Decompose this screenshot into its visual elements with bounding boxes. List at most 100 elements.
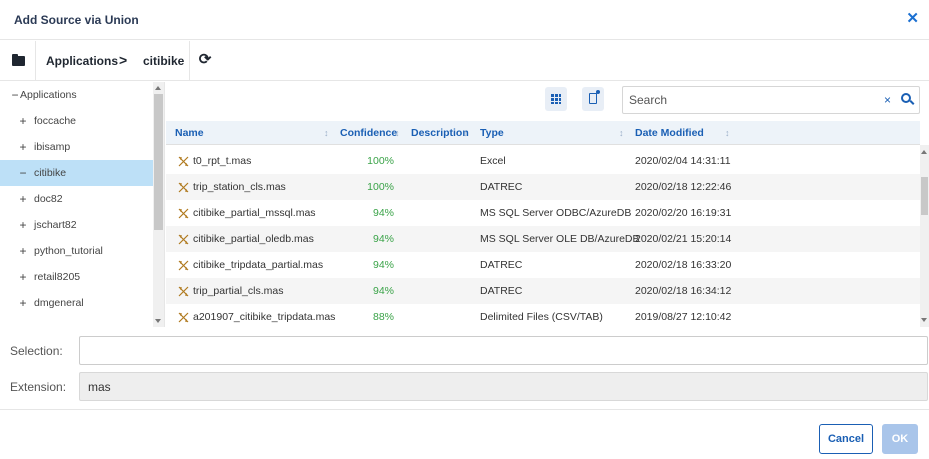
selection-input[interactable]: [79, 336, 928, 365]
cell-name: trip_station_cls.mas: [193, 181, 286, 193]
cell-confidence: 94%: [372, 233, 394, 245]
column-description[interactable]: Description: [411, 121, 469, 145]
collapse-icon[interactable]: −: [10, 82, 20, 108]
ok-button[interactable]: OK: [882, 424, 918, 454]
tree-item-applications[interactable]: − Applications: [0, 82, 153, 108]
tree-item-ibisamp[interactable]: + ibisamp: [0, 134, 153, 160]
tree-item-citibike[interactable]: − citibike: [0, 160, 153, 186]
master-file-icon: [178, 208, 189, 219]
table-row[interactable]: citibike_partial_mssql.mas 94% MS SQL Se…: [166, 200, 920, 226]
master-file-icon: [178, 286, 189, 297]
sort-icon[interactable]: ↕: [619, 121, 624, 145]
table-row[interactable]: a201907_citibike_tripdata.mas 88% Delimi…: [166, 304, 920, 330]
folder-tree: − Applications + foccache + ibisamp − ci…: [0, 82, 165, 327]
extension-field: mas: [79, 372, 928, 401]
cell-name: trip_partial_cls.mas: [193, 285, 284, 297]
grid-view-button[interactable]: [545, 87, 567, 111]
column-date-modified[interactable]: Date Modified: [635, 121, 704, 145]
master-file-icon: [178, 182, 189, 193]
cell-type: Excel: [480, 155, 506, 167]
tree-item-label: citibike: [34, 167, 67, 179]
column-name[interactable]: Name: [175, 121, 204, 145]
table-scrollbar[interactable]: [920, 145, 929, 327]
extension-value: mas: [88, 380, 111, 394]
cell-name: a201907_citibike_tripdata.mas: [193, 311, 336, 323]
refresh-icon[interactable]: ⟳: [196, 51, 214, 69]
expand-icon[interactable]: +: [18, 186, 28, 212]
selection-label: Selection:: [10, 344, 63, 358]
tree-scroll-thumb[interactable]: [154, 94, 163, 230]
cell-type: Delimited Files (CSV/TAB): [480, 311, 603, 323]
cell-date: 2020/02/21 15:20:14: [635, 233, 732, 245]
breadcrumb-bar: Applications > citibike ⟳: [0, 41, 929, 81]
expand-icon[interactable]: +: [18, 134, 28, 160]
table-row[interactable]: citibike_partial_oledb.mas 94% MS SQL Se…: [166, 226, 920, 252]
cell-date: 2020/02/18 12:22:46: [635, 181, 732, 193]
expand-icon[interactable]: +: [18, 212, 28, 238]
tree-item-python-tutorial[interactable]: + python_tutorial: [0, 238, 153, 264]
cell-confidence: 94%: [372, 259, 394, 271]
table-row[interactable]: citibike_tripdata_partial.mas 94% DATREC…: [166, 252, 920, 278]
table-row[interactable]: trip_station_cls.mas 100% DATREC 2020/02…: [166, 174, 920, 200]
cell-type: DATREC: [480, 181, 523, 193]
cell-type: MS SQL Server OLE DB/AzureDB: [480, 233, 640, 245]
scroll-down-icon[interactable]: [155, 319, 161, 323]
expand-icon[interactable]: +: [18, 264, 28, 290]
dialog-header: Add Source via Union ✕: [0, 0, 929, 40]
cell-name: t0_rpt_t.mas: [193, 155, 252, 167]
tree-item-dmgeneral[interactable]: + dmgeneral: [0, 290, 153, 316]
extension-label: Extension:: [10, 380, 67, 394]
cell-confidence: 100%: [367, 181, 394, 193]
tree-item-jschart82[interactable]: + jschart82: [0, 212, 153, 238]
tree-scrollbar[interactable]: [153, 82, 164, 327]
table-scroll-thumb[interactable]: [921, 177, 928, 215]
grid-icon: [551, 94, 561, 104]
cell-confidence: 88%: [372, 311, 394, 323]
search-input[interactable]: [629, 92, 869, 108]
close-icon[interactable]: ✕: [906, 11, 919, 27]
details-view-button[interactable]: [582, 87, 604, 111]
cancel-button[interactable]: Cancel: [819, 424, 873, 454]
collapse-icon[interactable]: −: [18, 160, 28, 186]
tree-item-label: dmgeneral: [34, 297, 84, 309]
scroll-down-icon[interactable]: [921, 318, 927, 322]
table-row[interactable]: trip_partial_cls.mas 94% DATREC 2020/02/…: [166, 278, 920, 304]
expand-icon[interactable]: +: [18, 290, 28, 316]
cell-name: citibike_tripdata_partial.mas: [193, 259, 324, 271]
sort-icon[interactable]: ↕: [324, 121, 329, 145]
folder-button[interactable]: [0, 41, 36, 81]
cell-confidence: 94%: [372, 285, 394, 297]
breadcrumb-citibike[interactable]: citibike: [143, 54, 184, 68]
scroll-up-icon[interactable]: [155, 86, 161, 90]
sort-icon[interactable]: ↕: [463, 121, 468, 145]
master-file-icon: [178, 312, 189, 323]
breadcrumb-separator: >: [119, 52, 128, 68]
table-row[interactable]: t0_rpt_t.mas 100% Excel 2020/02/04 14:31…: [166, 148, 920, 174]
clear-search-icon[interactable]: ×: [884, 93, 891, 107]
column-type[interactable]: Type: [480, 121, 504, 145]
cell-confidence: 94%: [372, 207, 394, 219]
divider: [0, 409, 929, 410]
tree-item-label: foccache: [34, 115, 77, 127]
tree-item-doc82[interactable]: + doc82: [0, 186, 153, 212]
folder-icon: [12, 54, 25, 66]
expand-icon[interactable]: +: [18, 238, 28, 264]
sort-icon[interactable]: ↕: [725, 121, 730, 145]
tree-item-label: Applications: [20, 89, 77, 101]
tree-item-retail8205[interactable]: + retail8205: [0, 264, 153, 290]
expand-icon[interactable]: +: [18, 108, 28, 134]
document-icon: [589, 90, 600, 104]
cell-date: 2019/08/27 12:10:42: [635, 311, 732, 323]
tree-item-label: retail8205: [34, 271, 81, 283]
search-icon[interactable]: [901, 93, 911, 103]
cell-date: 2020/02/20 16:19:31: [635, 207, 732, 219]
scroll-up-icon[interactable]: [921, 150, 927, 154]
dialog-title: Add Source via Union: [14, 13, 139, 27]
cell-date: 2020/02/18 16:34:12: [635, 285, 732, 297]
tree-item-foccache[interactable]: + foccache: [0, 108, 153, 134]
sort-icon[interactable]: ↕: [395, 121, 400, 145]
breadcrumb-applications[interactable]: Applications: [46, 54, 118, 68]
cell-type: DATREC: [480, 259, 523, 271]
column-confidence[interactable]: Confidence: [340, 121, 397, 145]
table-header: Name ↕ Confidence ↕ Description ↕ Type ↕…: [166, 121, 920, 145]
